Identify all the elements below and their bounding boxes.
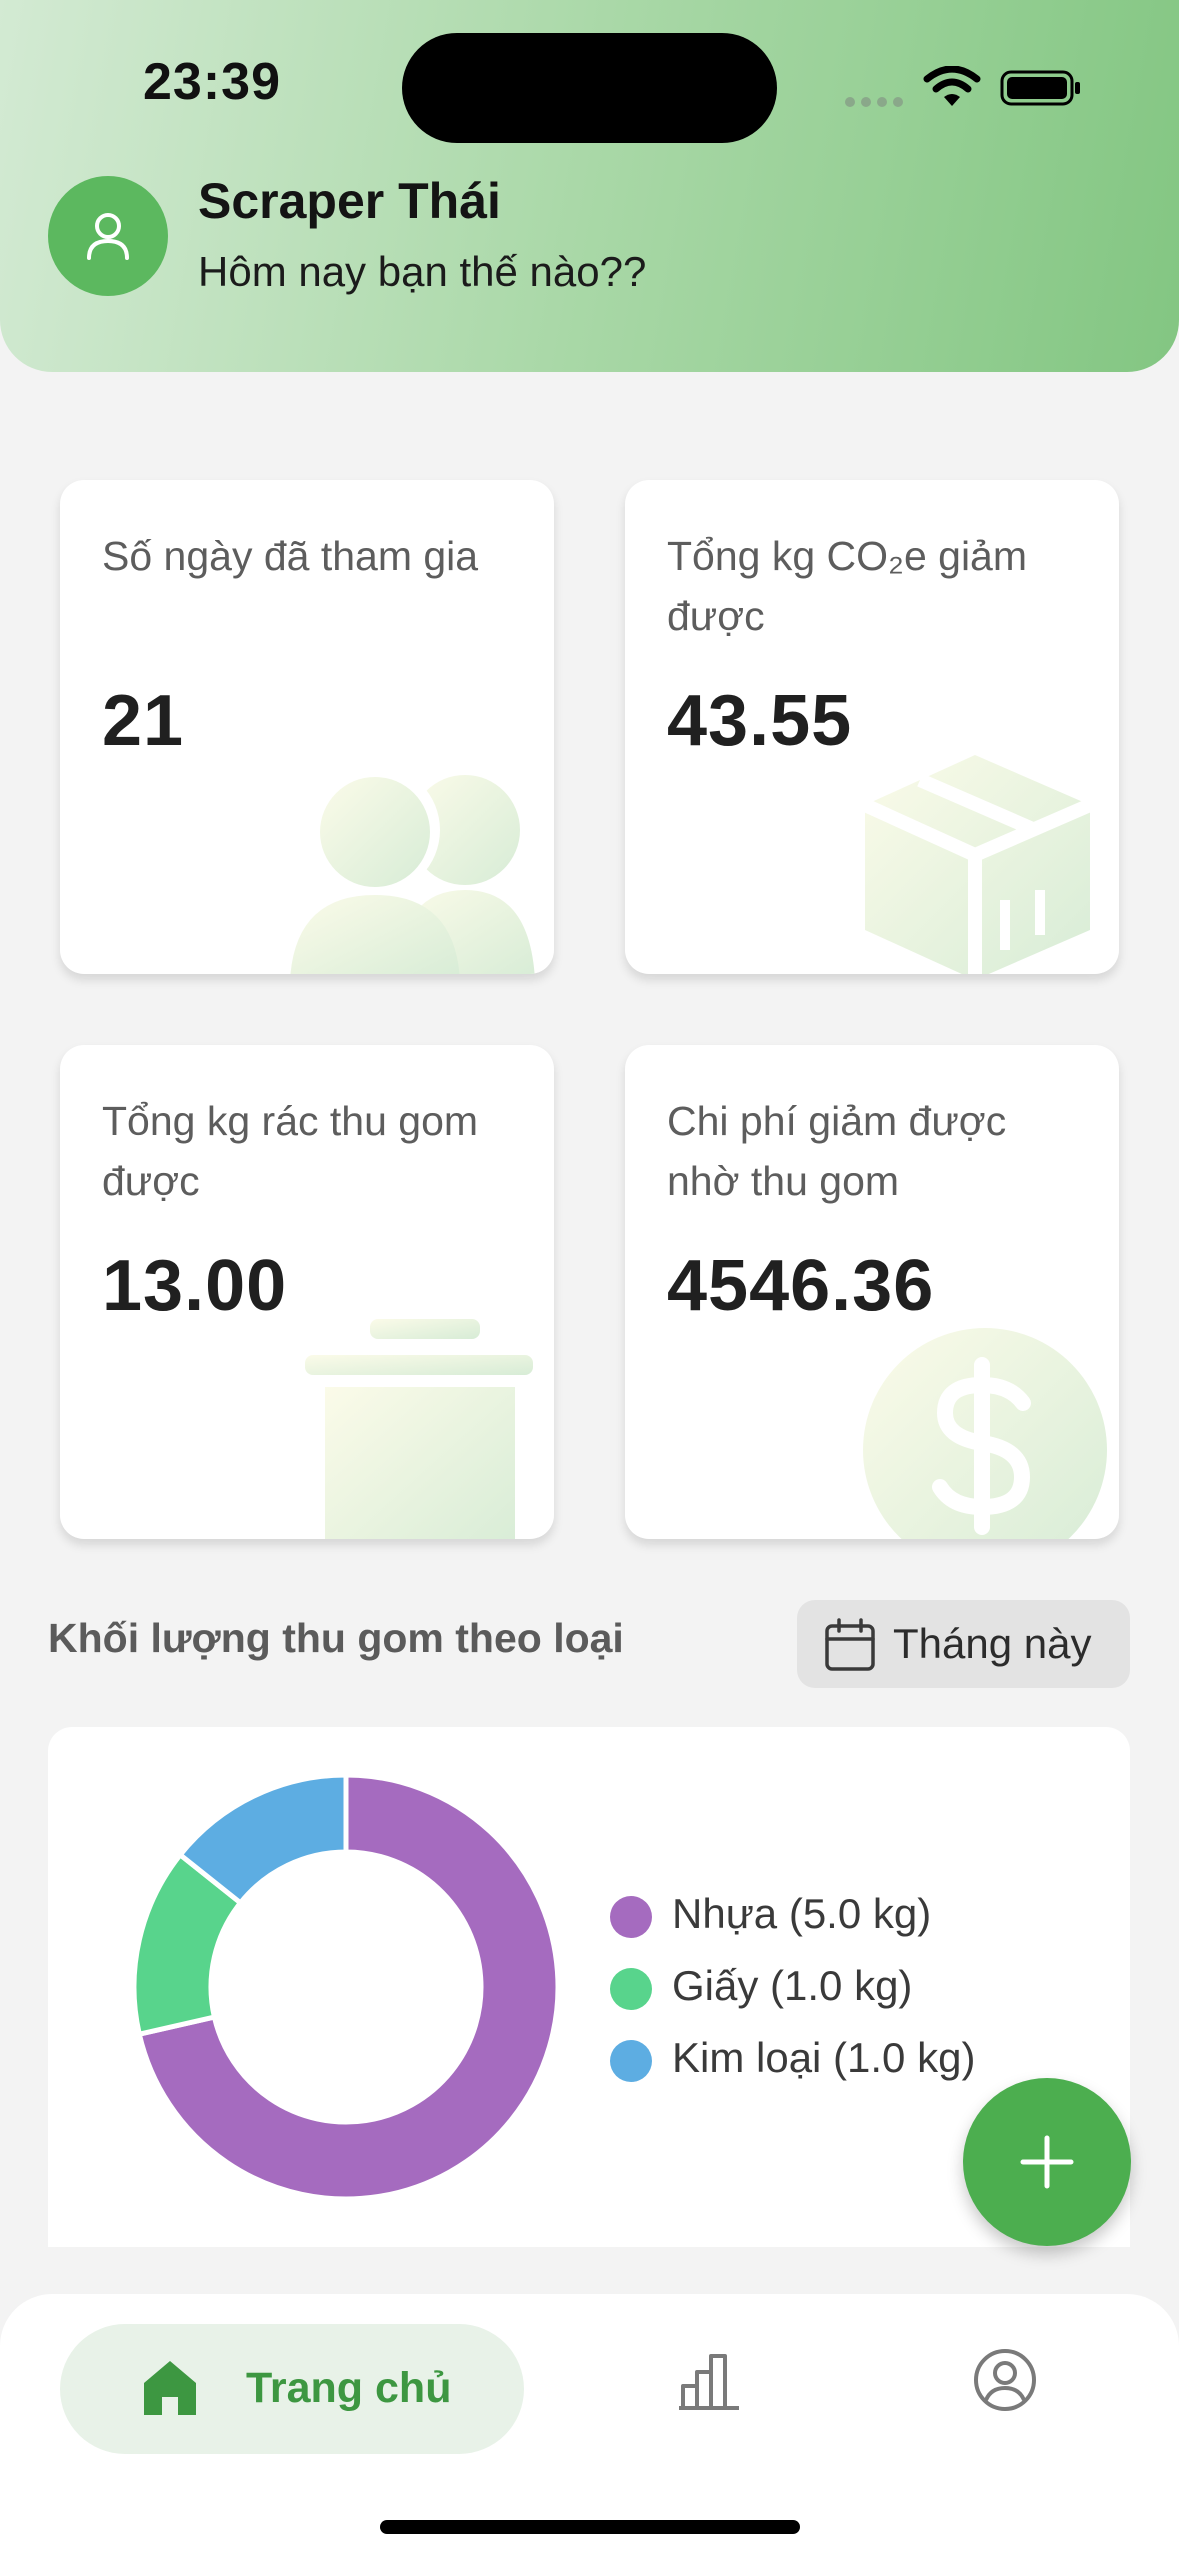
home-indicator xyxy=(380,2520,800,2534)
greeting-text: Hôm nay bạn thế nào?? xyxy=(198,248,647,295)
nav-item-stats[interactable] xyxy=(677,2352,741,2412)
user-icon xyxy=(87,213,129,260)
battery-icon xyxy=(1000,70,1080,106)
home-icon xyxy=(144,2361,196,2415)
stat-value: 4546.36 xyxy=(667,1246,935,1326)
stat-label: Tổng kg rác thu gom được xyxy=(102,1098,479,1204)
legend-dot xyxy=(610,1968,652,2010)
stat-value: 13.00 xyxy=(102,1246,288,1326)
user-name: Scraper Thái xyxy=(198,173,501,229)
stat-card-cost[interactable]: Chi phí giảm được nhờ thu gom 4546.36 xyxy=(625,1045,1119,1539)
stat-value: 43.55 xyxy=(667,681,853,761)
header: 23:39 Scraper Thái Hôm nay bạn thế nào?? xyxy=(0,0,1179,372)
trash-can-icon xyxy=(305,1319,533,1539)
legend-label: Kim loại (1.0 kg) xyxy=(672,2034,976,2081)
legend-dot xyxy=(610,2040,652,2082)
nav-item-home[interactable]: Trang chủ xyxy=(60,2324,524,2454)
bottom-nav: Trang chủ xyxy=(0,2294,1179,2556)
stat-label: Số ngày đã tham gia xyxy=(102,533,479,579)
dynamic-island xyxy=(402,33,777,143)
avatar[interactable] xyxy=(48,176,168,296)
calendar-icon xyxy=(825,1618,875,1671)
legend-label: Nhựa (5.0 kg) xyxy=(672,1890,932,1937)
status-time: 23:39 xyxy=(143,53,281,111)
stat-label: Tổng kg CO₂e giảm được xyxy=(667,533,1028,639)
period-selector-button[interactable]: Tháng này xyxy=(797,1600,1130,1688)
legend-dot xyxy=(610,1896,652,1938)
stat-card-days[interactable]: Số ngày đã tham gia 21 xyxy=(60,480,554,974)
plus-icon xyxy=(1020,2135,1074,2189)
stat-label: Chi phí giảm được nhờ thu gom xyxy=(667,1098,1007,1204)
box-icon xyxy=(862,755,1093,974)
legend-label: Giấy (1.0 kg) xyxy=(672,1962,913,2009)
bar-chart-icon xyxy=(679,2354,739,2410)
stat-value: 21 xyxy=(102,681,185,761)
period-label: Tháng này xyxy=(893,1620,1092,1667)
users-icon xyxy=(290,770,535,974)
donut-chart xyxy=(131,1772,561,2202)
signal-icon xyxy=(845,94,909,112)
dollar-icon xyxy=(863,1328,1107,1539)
add-button[interactable] xyxy=(963,2078,1131,2246)
stat-card-co2[interactable]: Tổng kg CO₂e giảm được 43.55 xyxy=(625,480,1119,974)
nav-home-label: Trang chủ xyxy=(246,2364,452,2412)
wifi-icon xyxy=(923,66,981,106)
profile-icon xyxy=(974,2349,1036,2411)
section-title: Khối lượng thu gom theo loại xyxy=(48,1615,624,1661)
stat-card-waste[interactable]: Tổng kg rác thu gom được 13.00 xyxy=(60,1045,554,1539)
nav-item-profile[interactable] xyxy=(973,2348,1037,2412)
